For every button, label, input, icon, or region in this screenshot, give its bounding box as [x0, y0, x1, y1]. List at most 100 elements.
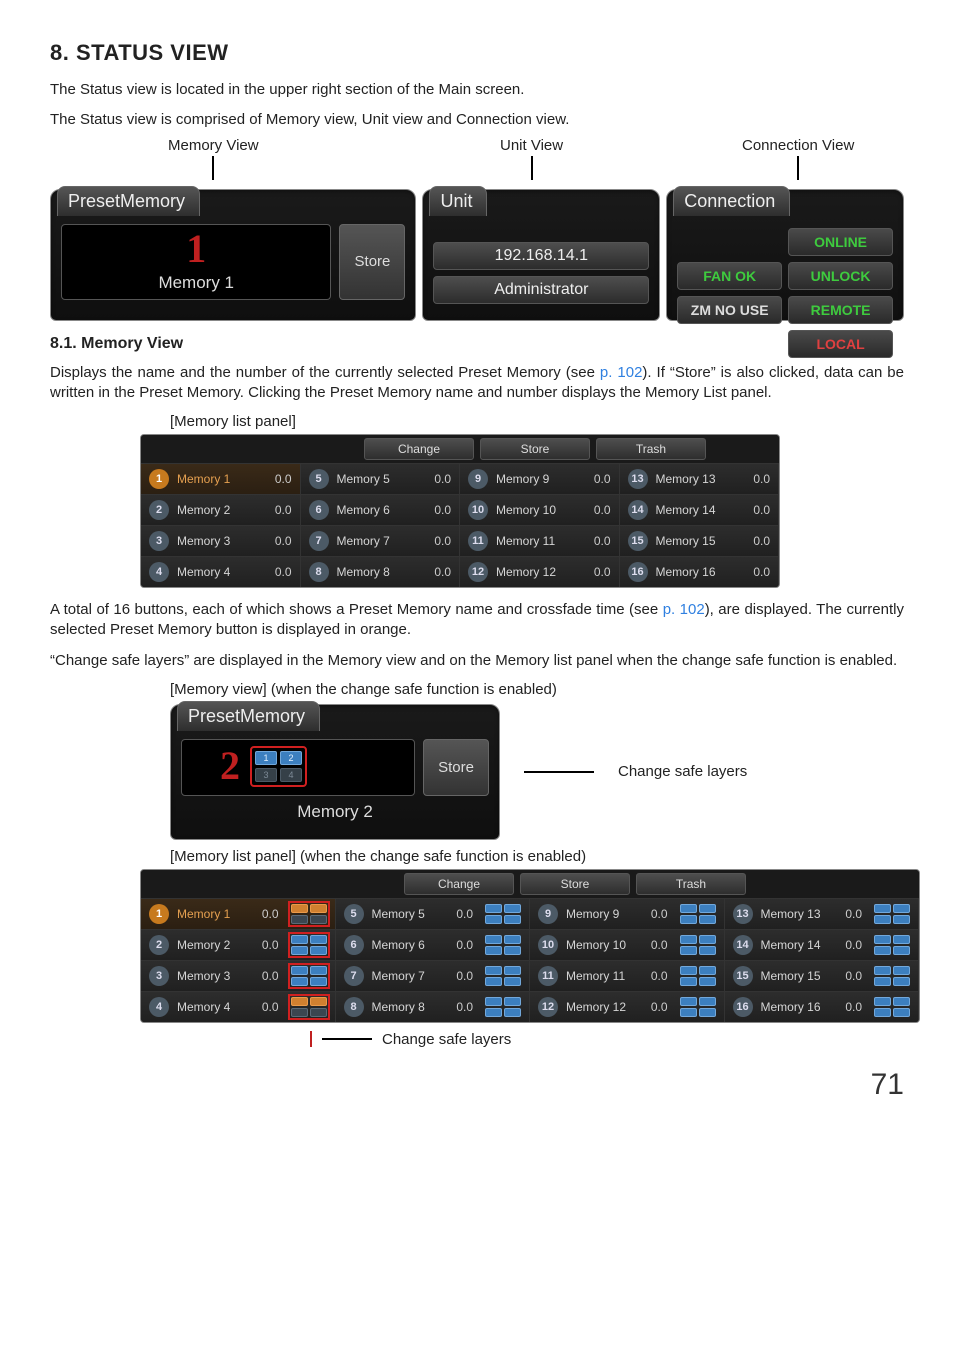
- memlist-cs-trash-button[interactable]: Trash: [636, 873, 746, 895]
- memory-list-item[interactable]: 3Memory 30.0: [141, 525, 301, 556]
- memory-name: Memory 4: [177, 1000, 241, 1014]
- preset-memory-display[interactable]: 1 Memory 1: [61, 224, 331, 300]
- memory-view-tab[interactable]: PresetMemory: [57, 186, 200, 216]
- callout-line-icon: [524, 771, 594, 773]
- memory-list-item[interactable]: 4Memory 40.0: [141, 991, 336, 1022]
- memory-list-item[interactable]: 14Memory 140.0: [725, 929, 920, 960]
- memory-list-item[interactable]: 14Memory 140.0: [620, 494, 780, 525]
- memory-index-badge: 10: [538, 935, 558, 955]
- memory-crossfade-time: 0.0: [262, 472, 292, 486]
- memory-crossfade-time: 0.0: [421, 534, 451, 548]
- memory-crossfade-time: 0.0: [249, 1000, 279, 1014]
- memory-crossfade-time: 0.0: [443, 907, 473, 921]
- conn-remote[interactable]: REMOTE: [788, 296, 893, 324]
- memlist-cs-store-button[interactable]: Store: [520, 873, 630, 895]
- memory-index-badge: 13: [733, 904, 753, 924]
- memory-list-item[interactable]: 2Memory 20.0: [141, 494, 301, 525]
- memlist-trash-button[interactable]: Trash: [596, 438, 706, 460]
- memory-list-item[interactable]: 9Memory 90.0: [530, 898, 725, 929]
- memory-list-item[interactable]: 12Memory 120.0: [530, 991, 725, 1022]
- memory-crossfade-time: 0.0: [581, 472, 611, 486]
- memory-list-item[interactable]: 10Memory 100.0: [460, 494, 620, 525]
- memory-index-badge: 9: [538, 904, 558, 924]
- memory-list-item[interactable]: 13Memory 130.0: [620, 463, 780, 494]
- memory-list-item[interactable]: 7Memory 70.0: [301, 525, 461, 556]
- memory-list-item[interactable]: 9Memory 90.0: [460, 463, 620, 494]
- memory-crossfade-time: 0.0: [421, 565, 451, 579]
- memory-index-badge: 15: [733, 966, 753, 986]
- label-connection-view: Connection View: [742, 137, 854, 154]
- memory-name: Memory 1: [177, 472, 254, 486]
- memory-index-badge: 2: [149, 500, 169, 520]
- memory-index-badge: 5: [344, 904, 364, 924]
- store-button[interactable]: Store: [339, 224, 405, 300]
- paragraph-change-safe: “Change safe layers” are displayed in th…: [50, 651, 904, 671]
- memory-index-badge: 1: [149, 904, 169, 924]
- memory-view-panel: PresetMemory 1 Memory 1 Store: [50, 189, 416, 321]
- memory-list-item[interactable]: 16Memory 160.0: [620, 556, 780, 587]
- memory-index-badge: 11: [538, 966, 558, 986]
- memory-list-item[interactable]: 11Memory 110.0: [460, 525, 620, 556]
- callout-change-safe-layers-below: Change safe layers: [310, 1031, 904, 1048]
- memory-list-item[interactable]: 16Memory 160.0: [725, 991, 920, 1022]
- conn-online[interactable]: ONLINE: [788, 228, 893, 256]
- memory-view-tab-2[interactable]: PresetMemory: [177, 701, 320, 731]
- memory-list-panel-changesafe: Change Store Trash 1Memory 10.05Memory 5…: [140, 869, 920, 1023]
- memory-list-item[interactable]: 11Memory 110.0: [530, 960, 725, 991]
- memory-index-badge: 8: [344, 997, 364, 1017]
- memory-list-item[interactable]: 13Memory 130.0: [725, 898, 920, 929]
- preset-memory-display-2[interactable]: 2 12 34: [181, 739, 415, 796]
- memory-name: Memory 3: [177, 969, 241, 983]
- memory-list-item[interactable]: 1Memory 10.0: [141, 898, 336, 929]
- memory-crossfade-time: 0.0: [443, 938, 473, 952]
- memory-list-item[interactable]: 2Memory 20.0: [141, 929, 336, 960]
- change-safe-layers-icon: [680, 935, 716, 955]
- memory-list-item[interactable]: 5Memory 50.0: [336, 898, 531, 929]
- memory-list-item[interactable]: 7Memory 70.0: [336, 960, 531, 991]
- link-p102-a[interactable]: p. 102: [600, 364, 643, 381]
- memory-list-panel: Change Store Trash 1Memory 10.05Memory 5…: [140, 434, 780, 588]
- memlist-store-button[interactable]: Store: [480, 438, 590, 460]
- memory-index-badge: 16: [733, 997, 753, 1017]
- memory-crossfade-time: 0.0: [638, 938, 668, 952]
- memory-list-item[interactable]: 12Memory 120.0: [460, 556, 620, 587]
- memory-index-badge: 15: [628, 531, 648, 551]
- conn-unlock[interactable]: UNLOCK: [788, 262, 893, 290]
- conn-fan[interactable]: FAN OK: [677, 262, 782, 290]
- memory-name: Memory 2: [177, 938, 241, 952]
- unit-view-tab[interactable]: Unit: [429, 186, 487, 216]
- memory-name: Memory 13: [761, 907, 825, 921]
- memory-name: Memory 5: [337, 472, 414, 486]
- memory-list-item[interactable]: 15Memory 150.0: [725, 960, 920, 991]
- memory-index-badge: 3: [149, 966, 169, 986]
- memory-list-item[interactable]: 3Memory 30.0: [141, 960, 336, 991]
- memory-crossfade-time: 0.0: [443, 969, 473, 983]
- memlist-change-button[interactable]: Change: [364, 438, 474, 460]
- memory-list-item[interactable]: 4Memory 40.0: [141, 556, 301, 587]
- memory-name: Memory 6: [337, 503, 414, 517]
- store-button-2[interactable]: Store: [423, 739, 489, 796]
- memlist-cs-change-button[interactable]: Change: [404, 873, 514, 895]
- memory-list-item[interactable]: 6Memory 60.0: [301, 494, 461, 525]
- memory-crossfade-time: 0.0: [740, 472, 770, 486]
- memory-list-item[interactable]: 6Memory 60.0: [336, 929, 531, 960]
- memory-name: Memory 16: [656, 565, 733, 579]
- memory-list-item[interactable]: 1Memory 10.0: [141, 463, 301, 494]
- link-p102-b[interactable]: p. 102: [663, 601, 705, 618]
- memory-name: Memory 11: [566, 969, 630, 983]
- memory-view-panel-changesafe: PresetMemory 2 12 34 Store Memory 2: [170, 704, 500, 840]
- unit-view-panel: Unit 192.168.14.1 Administrator: [422, 189, 660, 321]
- memory-list-item[interactable]: 8Memory 80.0: [301, 556, 461, 587]
- conn-local[interactable]: LOCAL: [788, 330, 893, 358]
- unit-role[interactable]: Administrator: [433, 276, 649, 304]
- unit-ip[interactable]: 192.168.14.1: [433, 242, 649, 270]
- connection-view-tab[interactable]: Connection: [673, 186, 790, 216]
- conn-zm[interactable]: ZM NO USE: [677, 296, 782, 324]
- memory-list-item[interactable]: 15Memory 150.0: [620, 525, 780, 556]
- memory-index-badge: 12: [468, 562, 488, 582]
- memory-index-badge: 7: [309, 531, 329, 551]
- memory-list-item[interactable]: 5Memory 50.0: [301, 463, 461, 494]
- change-safe-layers-indicator: 12 34: [250, 746, 307, 787]
- memory-list-item[interactable]: 10Memory 100.0: [530, 929, 725, 960]
- memory-list-item[interactable]: 8Memory 80.0: [336, 991, 531, 1022]
